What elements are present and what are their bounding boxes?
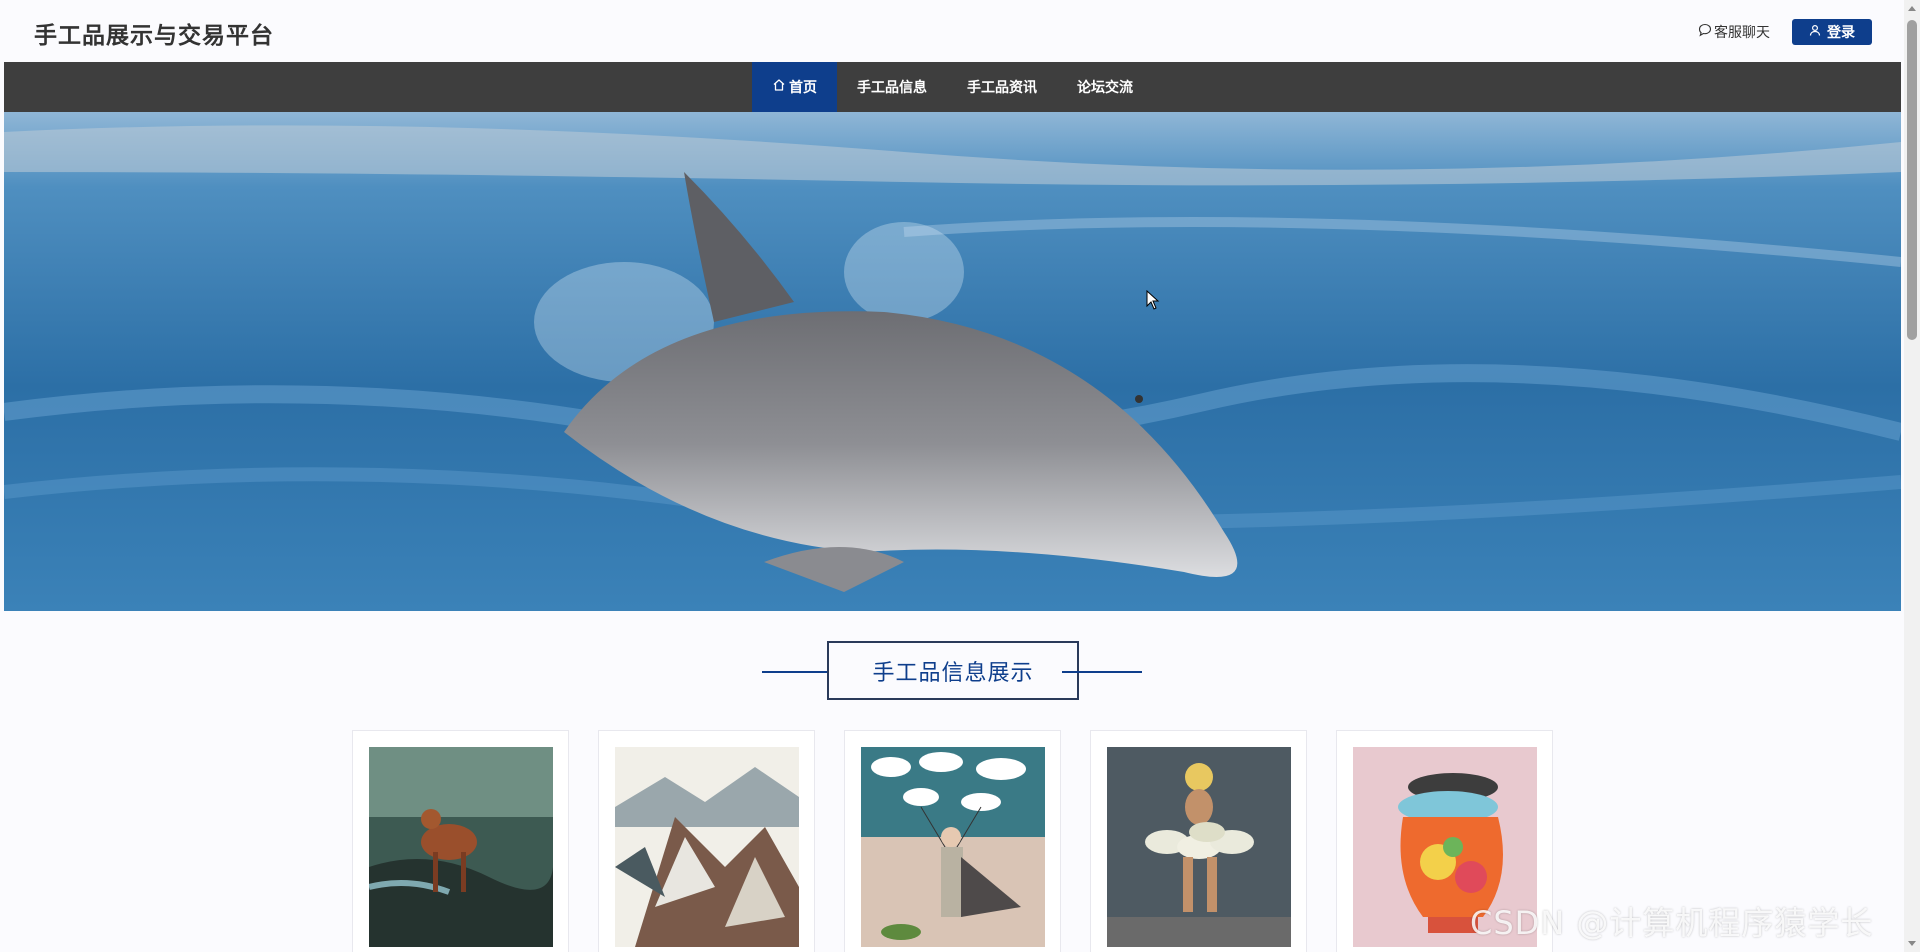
scroll-down-arrow-icon[interactable] (1908, 941, 1916, 946)
main-nav: 首页 手工品信息 手工品资讯 论坛交流 (4, 62, 1901, 112)
mouse-cursor-icon (1146, 290, 1160, 310)
nav-item-label: 手工品资讯 (967, 80, 1037, 96)
product-image[interactable] (369, 747, 553, 947)
product-card[interactable] (1090, 730, 1307, 952)
nav-item-label: 首页 (789, 80, 817, 96)
section-header: 手工品信息展示 (0, 641, 1904, 701)
nav-item-label: 论坛交流 (1077, 80, 1133, 96)
scroll-up-arrow-icon[interactable] (1908, 6, 1916, 11)
nav-item-product-info[interactable]: 手工品信息 (837, 62, 947, 112)
banner-dolphin-image (4, 112, 1901, 611)
nav-item-product-news[interactable]: 手工品资讯 (947, 62, 1057, 112)
site-title: 手工品展示与交易平台 (34, 23, 274, 49)
product-image[interactable] (615, 747, 799, 947)
home-icon (772, 78, 786, 96)
nav-item-forum[interactable]: 论坛交流 (1057, 62, 1153, 112)
product-card[interactable] (352, 730, 569, 952)
login-label: 登录 (1827, 25, 1855, 41)
chat-label: 客服聊天 (1714, 25, 1770, 41)
page-scrollbar[interactable] (1904, 0, 1920, 952)
user-icon (1809, 24, 1821, 40)
product-card[interactable] (844, 730, 1061, 952)
product-image[interactable] (1107, 747, 1291, 947)
product-image[interactable] (861, 747, 1045, 947)
banner-carousel[interactable] (4, 112, 1901, 611)
product-card[interactable] (598, 730, 815, 952)
product-card[interactable] (1336, 730, 1553, 952)
scroll-thumb[interactable] (1907, 20, 1917, 340)
nav-item-home[interactable]: 首页 (752, 62, 837, 112)
page: 手工品展示与交易平台 客服聊天 登录 首页 手工品信息 手工品资讯 论坛交流 手… (0, 0, 1920, 952)
product-list (352, 730, 1553, 952)
login-button[interactable]: 登录 (1792, 19, 1872, 45)
section-title: 手工品信息展示 (827, 641, 1079, 700)
product-image[interactable] (1353, 747, 1537, 947)
section-divider-right (1062, 671, 1142, 673)
nav-item-label: 手工品信息 (857, 80, 927, 96)
chat-bubble-icon (1698, 23, 1712, 41)
customer-chat-link[interactable]: 客服聊天 (1698, 22, 1770, 42)
header: 手工品展示与交易平台 客服聊天 登录 (0, 0, 1904, 62)
